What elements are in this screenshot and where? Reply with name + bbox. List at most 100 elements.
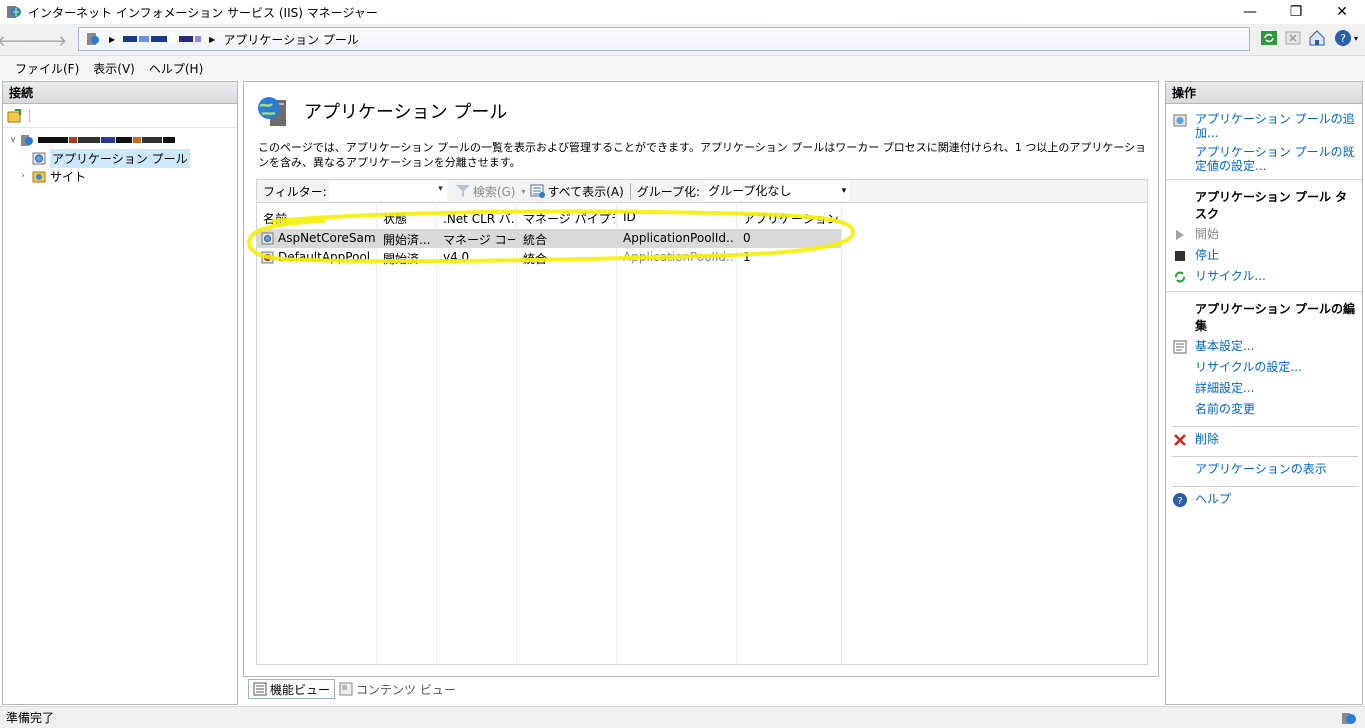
refresh-icon (1261, 31, 1277, 45)
tree-node-app-pools[interactable]: アプリケーション プール (3, 148, 237, 168)
menu-help[interactable]: ヘルプ(H) (142, 58, 210, 79)
app-pools-list[interactable]: 名前⌃ 状態 .Net CLR バ... マネージ パイプラ... ID アプリ… (256, 203, 1148, 665)
status-text: 準備完了 (6, 711, 55, 725)
chevron-right-icon[interactable]: › (17, 171, 29, 181)
help-dropdown-button[interactable]: ? ▾ (1331, 28, 1361, 48)
home-button[interactable] (1307, 28, 1327, 48)
action-delete[interactable]: 削除 (1166, 430, 1362, 451)
tab-content-label: コンテンツ ビュー (356, 682, 456, 697)
action-basic-settings[interactable]: 基本設定... (1166, 337, 1362, 358)
actions-divider (1172, 486, 1358, 487)
action-set-defaults[interactable]: アプリケーション プールの既定値の設定... (1166, 143, 1362, 176)
tab-features-label: 機能ビュー (270, 682, 331, 697)
cell-status: 開始済... (383, 233, 431, 247)
features-panel: アプリケーション プール このページでは、アプリケーション プールの一覧を表示お… (243, 81, 1159, 677)
column-divider (257, 203, 377, 665)
minimize-button[interactable]: — (1227, 0, 1273, 24)
menu-file[interactable]: ファイル(F) (8, 58, 86, 79)
menu-bar: ファイル(F) 表示(V) ヘルプ(H) (0, 56, 1365, 80)
redacted-server-name[interactable] (123, 36, 202, 42)
close-button[interactable]: ✕ (1319, 0, 1365, 24)
column-header-name[interactable]: 名前 ⌃ (263, 210, 373, 227)
tab-features-view[interactable]: 機能ビュー (248, 679, 336, 699)
group-app-pool-tasks: アプリケーション プール タスク (1166, 179, 1362, 225)
cell-applications: 1 (743, 250, 751, 264)
connect-icon (7, 108, 21, 122)
column-header-clr[interactable]: .Net CLR バ... (443, 210, 515, 227)
menu-view[interactable]: 表示(V) (86, 58, 142, 79)
recycle-icon (1172, 269, 1188, 285)
page-title: アプリケーション プール (304, 102, 508, 123)
chevron-down-icon: ▾ (1353, 33, 1358, 43)
action-help[interactable]: ? ヘルプ (1166, 490, 1362, 511)
forward-arrow-icon: 🡒 (26, 31, 68, 50)
column-header-identity[interactable]: ID (623, 210, 735, 224)
server-icon (19, 132, 35, 148)
action-start[interactable]: 開始 (1166, 225, 1362, 246)
column-header-status[interactable]: 状態 (383, 210, 435, 227)
app-pools-large-icon (258, 97, 286, 126)
window-title: インターネット インフォメーション サービス (IIS) マネージャー (28, 5, 378, 20)
action-add-app-pool[interactable]: アプリケーション プールの追加... (1166, 110, 1362, 143)
connect-button[interactable] (7, 108, 23, 124)
filter-funnel-icon (455, 185, 470, 197)
app-pool-icon (261, 251, 274, 264)
connections-header: 接続 (3, 82, 237, 104)
action-view-applications[interactable]: アプリケーションの表示 (1166, 460, 1362, 481)
svg-text:?: ? (1340, 32, 1346, 45)
filter-toolbar: フィルター: 検索(G) ▾ すべて表示(A) グループ化: グループ化なし (256, 179, 1148, 203)
redacted-server-label (38, 137, 175, 143)
page-description: このページでは、アプリケーション プールの一覧を表示および管理することができます… (258, 141, 1147, 169)
action-recycle[interactable]: リサイクル... (1166, 267, 1362, 288)
cell-pipeline: 統合 (523, 233, 548, 247)
cell-clr: v4.0 (443, 250, 470, 264)
app-pool-icon (31, 150, 47, 166)
action-advanced-settings[interactable]: 詳細設定... (1166, 379, 1362, 400)
play-icon (1172, 227, 1188, 243)
forward-button[interactable]: 🡒 (27, 29, 67, 51)
address-breadcrumb[interactable]: ▶ ▶ アプリケーション プール (78, 27, 1250, 51)
column-header-pipeline[interactable]: マネージ パイプラ... (523, 210, 615, 227)
settings-sheet-icon (1172, 339, 1188, 355)
cell-applications: 0 (743, 231, 751, 245)
show-all-label: すべて表示(A) (547, 184, 624, 199)
table-row[interactable]: AspNetCoreSam... 開始済... マネージ コー... 統合 Ap… (257, 229, 841, 248)
filter-input[interactable] (328, 181, 447, 201)
stop-x-icon (1285, 31, 1301, 45)
group-edit-app-pool: アプリケーション プールの編集 (1166, 291, 1362, 337)
action-recycle-settings[interactable]: リサイクルの設定... (1166, 358, 1362, 379)
home-icon (1309, 30, 1325, 46)
chevron-down-icon[interactable]: ∨ (7, 135, 19, 145)
connections-toolbar (3, 104, 237, 128)
app-pool-icon (261, 232, 274, 245)
column-divider (517, 203, 617, 665)
stop-button[interactable] (1283, 28, 1303, 48)
show-all-icon (530, 184, 545, 198)
breadcrumb-current[interactable]: アプリケーション プール (223, 31, 359, 48)
group-by-label: グループ化: (636, 184, 701, 199)
tree-node-server[interactable]: ∨ (3, 131, 237, 149)
actions-divider (1172, 456, 1358, 457)
tree-node-sites[interactable]: › サイト (3, 167, 237, 185)
column-header-applications[interactable]: アプリケーション (743, 210, 841, 227)
status-bar: 準備完了 (0, 706, 1365, 728)
connections-panel: 接続 ∨ アプリケーション プール › サイト (2, 81, 238, 705)
iis-app-icon (7, 6, 21, 18)
tab-content-view[interactable]: コンテンツ ビュー (335, 679, 460, 699)
back-button[interactable]: 🡐 (0, 29, 37, 51)
action-stop[interactable]: 停止 (1166, 246, 1362, 267)
table-row[interactable]: DefaultAppPool 開始済... v4.0 統合 Applicatio… (257, 248, 841, 267)
show-all-button[interactable]: すべて表示(A) (530, 183, 624, 200)
sort-ascending-icon: ⌃ (323, 210, 331, 218)
breadcrumb-separator-icon: ▶ (109, 34, 116, 44)
filter-label: フィルター: (263, 184, 327, 199)
tree-label-sites: サイト (50, 169, 87, 184)
group-by-select[interactable]: グループ化なし (704, 181, 851, 201)
search-button[interactable]: 検索(G) ▾ (455, 183, 526, 200)
refresh-button[interactable] (1259, 28, 1279, 48)
help-icon: ? (1172, 492, 1188, 508)
action-rename[interactable]: 名前の変更 (1166, 400, 1362, 421)
column-divider (617, 203, 737, 665)
cell-pipeline: 統合 (523, 252, 548, 266)
maximize-button[interactable]: ❐ (1273, 0, 1319, 24)
